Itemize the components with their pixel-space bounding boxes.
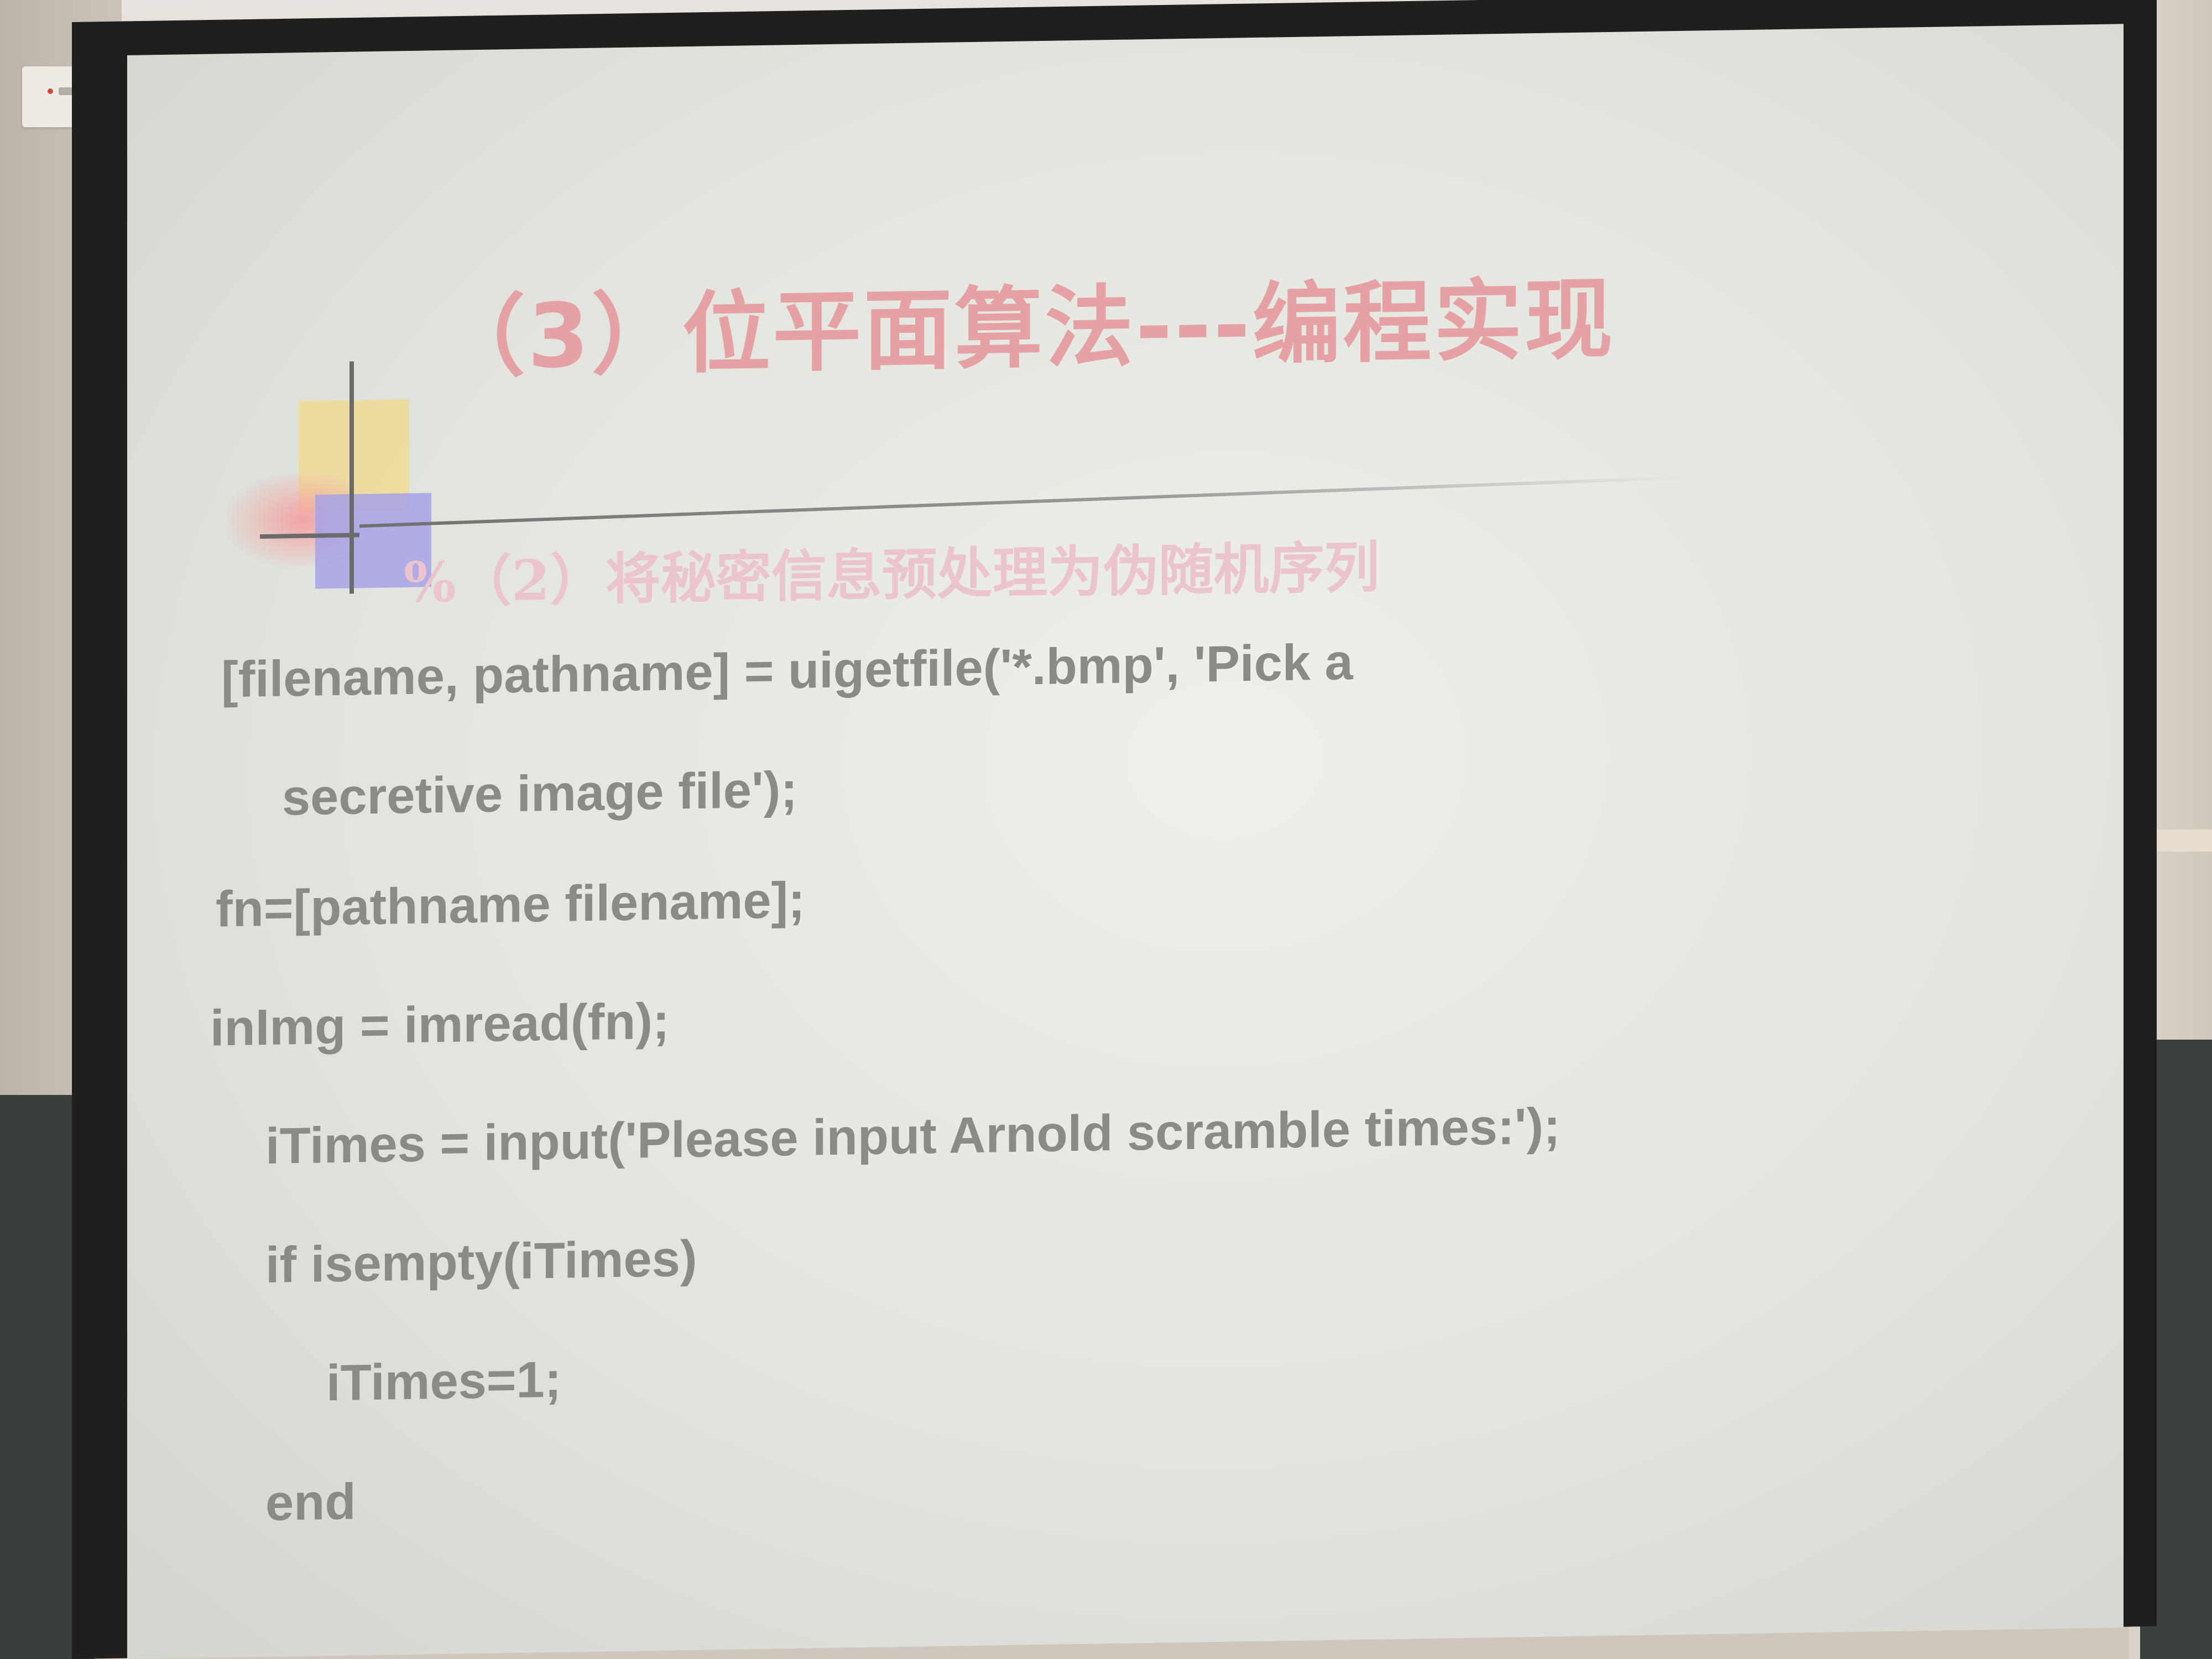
title-underline [359, 476, 1687, 528]
code-block: [filename, pathname] = uigetfile('*.bmp'… [210, 622, 2046, 1594]
slide-title: （3）位平面算法---编程实现 [437, 267, 1615, 390]
sign-dot-icon [48, 88, 53, 94]
vertical-line-shape [349, 361, 354, 594]
code-comment: %（2）将秘密信息预处理为伪随机序列 [404, 534, 1380, 615]
projected-slide: （3）位平面算法---编程实现 %（2）将秘密信息预处理为伪随机序列 [file… [127, 24, 2124, 1659]
